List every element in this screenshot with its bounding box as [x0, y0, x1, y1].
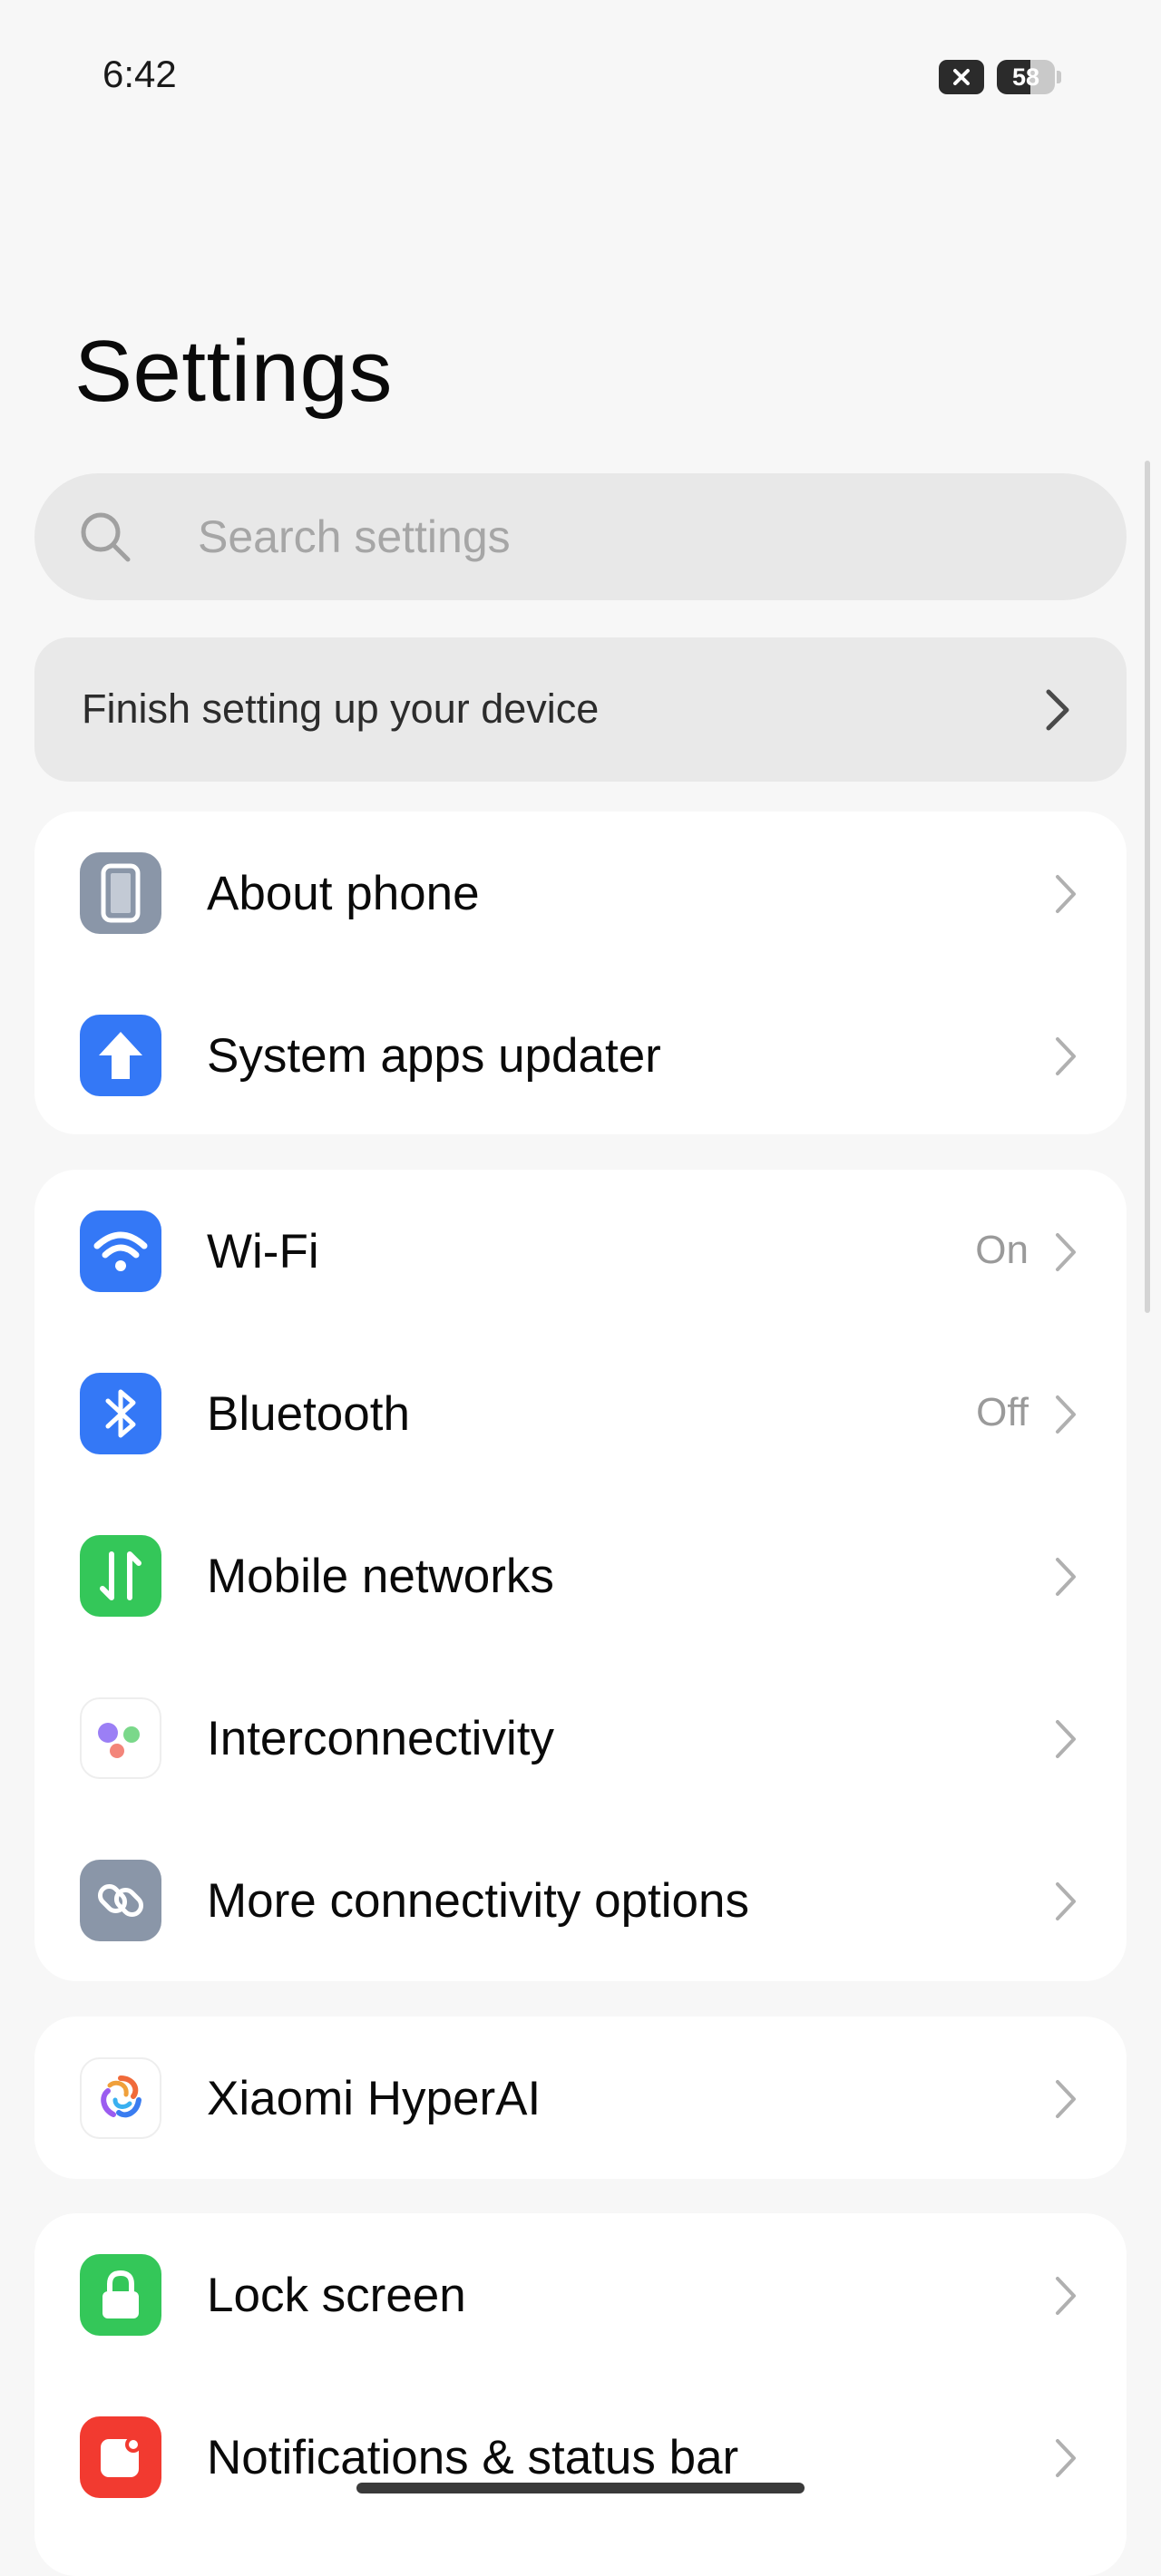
status-time: 6:42	[102, 53, 177, 95]
link-icon	[80, 1860, 161, 1941]
wifi-status: On	[975, 1228, 1029, 1272]
bluetooth-status: Off	[976, 1390, 1029, 1434]
search-bar[interactable]	[34, 473, 1127, 600]
chevron-right-icon	[1056, 2277, 1076, 2315]
xiaomi-hyperai-label: Xiaomi HyperAI	[207, 2072, 541, 2125]
about-phone-item[interactable]: About phone	[34, 812, 1127, 974]
status-bar: 6:42 58	[0, 0, 1161, 154]
lock-screen-label: Lock screen	[207, 2269, 466, 2322]
bluetooth-icon	[80, 1373, 161, 1454]
notifications-status-bar-label: Notifications & status bar	[207, 2431, 739, 2484]
chevron-right-icon	[1046, 689, 1069, 731]
finish-setup-card[interactable]: Finish setting up your device	[34, 637, 1127, 782]
chevron-right-icon	[1056, 2439, 1076, 2477]
battery-icon: 58	[997, 60, 1055, 94]
status-icons: 58	[939, 60, 1061, 94]
battery-tip	[1057, 71, 1061, 83]
lock-screen-item[interactable]: Lock screen	[34, 2213, 1127, 2376]
chevron-right-icon	[1056, 1882, 1076, 1920]
home-indicator[interactable]	[356, 2483, 805, 2493]
chevron-right-icon	[1056, 875, 1076, 913]
settings-group-connectivity: Wi-Fi On Bluetooth Off Mobile networks I…	[34, 1170, 1127, 1981]
chevron-right-icon	[1056, 1037, 1076, 1075]
search-input[interactable]	[198, 473, 1068, 600]
hyperai-icon	[80, 2057, 161, 2139]
bluetooth-label: Bluetooth	[207, 1387, 410, 1441]
battery-level: 58	[1011, 63, 1040, 91]
lock-icon	[80, 2254, 161, 2336]
chevron-right-icon	[1056, 1720, 1076, 1758]
notifications-status-bar-item[interactable]: Notifications & status bar	[34, 2376, 1127, 2538]
scrollbar[interactable]	[1145, 461, 1150, 1313]
interconnectivity-icon	[80, 1697, 161, 1779]
mobile-networks-label: Mobile networks	[207, 1550, 554, 1603]
wifi-label: Wi-Fi	[207, 1225, 319, 1278]
page-title: Settings	[74, 323, 393, 420]
system-apps-updater-item[interactable]: System apps updater	[34, 974, 1127, 1134]
more-connectivity-options-label: More connectivity options	[207, 1874, 750, 1928]
chevron-right-icon	[1056, 2080, 1076, 2118]
wifi-item[interactable]: Wi-Fi On	[34, 1170, 1127, 1332]
interconnectivity-label: Interconnectivity	[207, 1712, 554, 1765]
wifi-icon	[80, 1210, 161, 1292]
settings-group-ai: Xiaomi HyperAI	[34, 2017, 1127, 2179]
arrow-up-icon	[80, 1015, 161, 1096]
settings-group-display: Lock screen Notifications & status bar	[34, 2213, 1127, 2576]
chevron-right-icon	[1056, 1558, 1076, 1596]
mobile-networks-item[interactable]: Mobile networks	[34, 1494, 1127, 1657]
xiaomi-hyperai-item[interactable]: Xiaomi HyperAI	[34, 2017, 1127, 2179]
bluetooth-item[interactable]: Bluetooth Off	[34, 1332, 1127, 1494]
mobile-data-icon	[80, 1535, 161, 1617]
chevron-right-icon	[1056, 1395, 1076, 1434]
more-connectivity-options-item[interactable]: More connectivity options	[34, 1819, 1127, 1981]
system-apps-updater-label: System apps updater	[207, 1029, 661, 1083]
settings-group-device: About phone System apps updater	[34, 812, 1127, 1134]
phone-icon	[80, 852, 161, 934]
notification-icon	[80, 2416, 161, 2498]
search-icon	[81, 512, 131, 562]
chevron-right-icon	[1056, 1233, 1076, 1271]
finish-setup-label: Finish setting up your device	[82, 685, 600, 732]
interconnectivity-item[interactable]: Interconnectivity	[34, 1657, 1127, 1819]
close-x-icon	[939, 60, 984, 94]
about-phone-label: About phone	[207, 867, 480, 920]
